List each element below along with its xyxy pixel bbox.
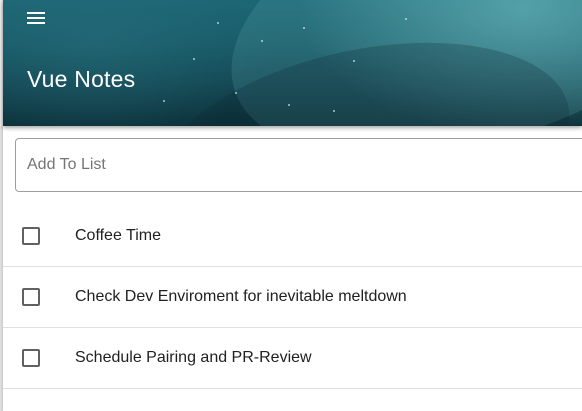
todo-checkbox[interactable]	[22, 227, 40, 245]
todo-checkbox[interactable]	[22, 349, 40, 367]
header-sparkle	[303, 27, 305, 29]
header-sparkle	[217, 22, 219, 24]
header-sparkle	[261, 40, 263, 42]
todo-text: Schedule Pairing and PR-Review	[75, 349, 312, 366]
add-to-list-field[interactable]	[15, 138, 582, 192]
header-sparkle	[235, 92, 237, 94]
todo-text: Coffee Time	[75, 227, 161, 244]
todo-checkbox[interactable]	[22, 288, 40, 306]
header-sparkle	[405, 18, 407, 20]
page: Vue Notes Coffee Time Check Dev Envirome…	[0, 0, 582, 411]
header-sparkle	[163, 100, 165, 102]
todo-list-item[interactable]: Schedule Pairing and PR-Review	[3, 328, 582, 389]
todo-list-item[interactable]: Check Dev Enviroment for inevitable melt…	[3, 267, 582, 328]
app-header: Vue Notes	[3, 0, 582, 126]
header-sparkle	[193, 58, 195, 60]
header-sparkle	[353, 60, 355, 62]
menu-button[interactable]	[20, 5, 50, 31]
header-sparkle	[288, 104, 290, 106]
add-to-list-input[interactable]	[27, 139, 567, 191]
app-title: Vue Notes	[27, 66, 136, 92]
header-sparkle	[333, 110, 335, 112]
hamburger-menu-icon	[27, 12, 45, 24]
app-container: Vue Notes Coffee Time Check Dev Envirome…	[3, 0, 582, 411]
todo-list-item[interactable]: Coffee Time	[3, 206, 582, 267]
todo-list: Coffee Time Check Dev Enviroment for ine…	[3, 206, 582, 389]
todo-text: Check Dev Enviroment for inevitable melt…	[75, 288, 407, 305]
